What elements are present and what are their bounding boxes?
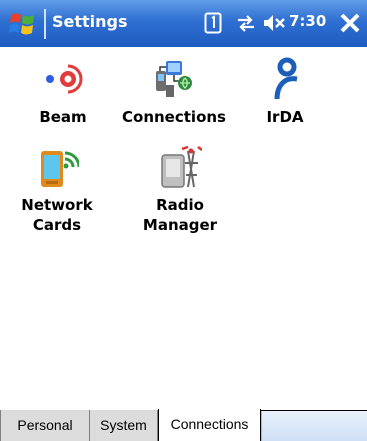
tab-bar: Personal System Connections [0,409,367,441]
volume-muted-icon[interactable] [262,10,288,36]
sim-card-icon[interactable] [203,10,223,36]
network-cards-item[interactable]: Network Cards [2,145,112,245]
irda-label: IrDA [266,108,304,126]
clock[interactable]: 7:30 [289,12,326,30]
tab-system[interactable]: System [90,410,158,441]
tab-personal[interactable]: Personal [0,410,90,441]
connectivity-arrows-icon[interactable] [234,10,258,36]
page-title: Settings [52,12,128,31]
tab-connections[interactable]: Connections [158,409,261,441]
windows-start-icon[interactable] [8,9,38,39]
beam-icon [41,57,85,101]
connections-icon [152,57,196,101]
network-cards-label: Network Cards [21,196,93,234]
title-separator [44,9,46,39]
radio-manager-item[interactable]: Radio Manager [125,145,235,245]
network-cards-icon [35,145,81,189]
beam-label: Beam [39,108,87,126]
close-icon[interactable] [337,10,363,36]
irda-item[interactable]: IrDA [230,57,340,157]
title-bar: Settings 7:30 [0,0,367,47]
beam-item[interactable]: Beam [8,57,118,157]
connections-item[interactable]: Connections [119,57,229,157]
tab-bar-filler [261,411,367,441]
radio-manager-icon [158,145,203,189]
connections-label: Connections [122,108,226,126]
irda-icon [263,57,307,101]
radio-manager-label: Radio Manager [142,196,218,234]
